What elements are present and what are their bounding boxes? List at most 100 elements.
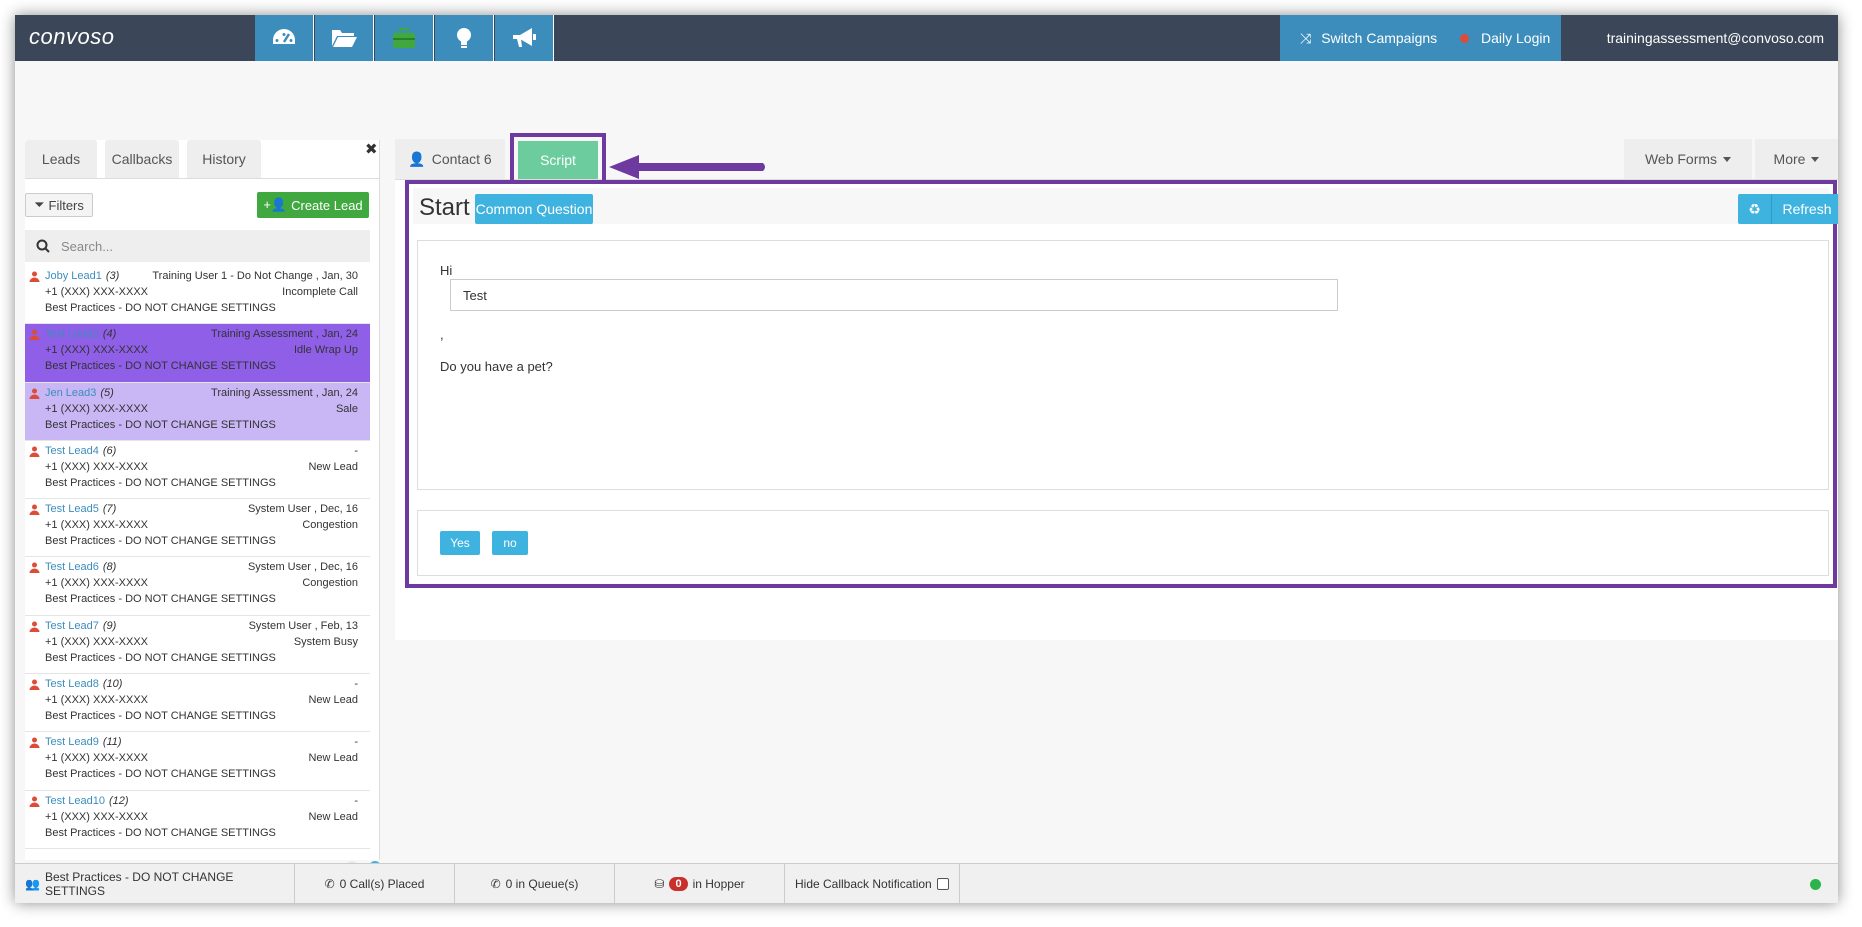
person-icon — [29, 621, 40, 632]
lead-status: New Lead — [308, 460, 358, 473]
lead-campaign: Best Practices - DO NOT CHANGE SETTINGS — [45, 710, 276, 723]
lead-phone: +1 (XXX) XXX-XXXX — [45, 577, 149, 590]
lead-row[interactable]: Test Lead8 (10) - +1 (XXX) XXX-XXXX New L… — [25, 674, 370, 733]
lead-row-highlighted[interactable]: Jen Lead3 (5) Training Assessment , Jan, … — [25, 382, 370, 441]
answer-yes-button[interactable]: Yes — [440, 531, 480, 555]
search-input[interactable] — [61, 238, 351, 254]
script-question: Do you have a pet? — [440, 359, 553, 374]
hide-callback-notification[interactable]: Hide Callback Notification — [785, 864, 960, 903]
lead-campaign: Best Practices - DO NOT CHANGE SETTINGS — [45, 826, 276, 839]
lead-status: New Lead — [308, 752, 358, 765]
dashboard-button[interactable] — [255, 15, 314, 61]
tab-divider — [25, 178, 380, 179]
lead-name[interactable]: Jen Lead3 (5) — [45, 387, 114, 399]
lead-row[interactable]: Test Lead5 (7) System User , Dec, 16 +1 (… — [25, 499, 370, 558]
footer-campaign: 👥 Best Practices - DO NOT CHANGE SETTING… — [15, 864, 295, 903]
person-icon — [29, 446, 40, 457]
more-dropdown[interactable]: More — [1755, 139, 1838, 179]
lead-meta: Training Assessment , Jan, 24 — [211, 386, 358, 399]
lead-phone: +1 (XXX) XXX-XXXX — [45, 344, 149, 357]
common-question-button[interactable]: Common Question — [475, 194, 593, 224]
caret-down-icon — [1723, 156, 1732, 162]
announcements-button[interactable] — [495, 15, 554, 61]
tab-leads[interactable]: Leads — [25, 140, 97, 178]
tab-callbacks[interactable]: Callbacks — [105, 140, 179, 178]
lead-name[interactable]: Test Lead8 (10) — [45, 678, 122, 690]
lead-status: Congestion — [302, 519, 358, 532]
lightbulb-button[interactable] — [435, 15, 494, 61]
lead-status: Idle Wrap Up — [294, 344, 358, 357]
lead-name[interactable]: Test Lead2 (4) — [45, 328, 116, 340]
lead-meta: System User , Feb, 13 — [248, 619, 358, 632]
database-icon: ⛁ — [654, 877, 665, 891]
name-field[interactable]: Test — [450, 279, 1338, 311]
filter-icon: ⏷ — [34, 197, 45, 212]
close-icon[interactable]: ✖ — [365, 140, 378, 158]
lead-name[interactable]: Joby Lead1 (3) — [45, 270, 119, 282]
footer-calls-placed: ✆ 0 Call(s) Placed — [295, 864, 455, 903]
briefcase-icon — [393, 28, 415, 48]
folder-button[interactable] — [315, 15, 374, 61]
top-navbar: convoso ⤨ Switch Campaigns Daily Login t… — [15, 15, 1838, 61]
daily-login-button[interactable]: Daily Login — [1444, 15, 1561, 61]
lead-status: New Lead — [308, 694, 358, 707]
person-icon — [29, 504, 40, 516]
lead-name[interactable]: Test Lead6 (8) — [45, 561, 116, 573]
lead-name[interactable]: Test Lead7 (9) — [45, 620, 116, 632]
lead-row[interactable]: Test Lead6 (8) System User , Dec, 16 +1 (… — [25, 557, 370, 616]
speedometer-icon — [273, 29, 295, 44]
script-panel: Start Common Question ♻ Refresh Hi Test … — [405, 180, 1838, 588]
tab-contact[interactable]: 👤 Contact 6 — [395, 139, 505, 179]
lead-row[interactable]: Test Lead10 (12) - +1 (XXX) XXX-XXXX New … — [25, 791, 370, 849]
script-tab-highlight: Script — [510, 133, 606, 187]
switch-campaigns-button[interactable]: ⤨ Switch Campaigns — [1280, 15, 1444, 61]
users-icon: 👥 — [25, 877, 40, 891]
briefcase-button[interactable] — [375, 15, 434, 61]
hide-callback-checkbox[interactable] — [936, 878, 949, 890]
filters-button[interactable]: ⏷ Filters — [25, 193, 93, 217]
person-icon — [29, 271, 40, 282]
tab-history[interactable]: History — [187, 140, 261, 178]
app-window: convoso ⤨ Switch Campaigns Daily Login t… — [15, 15, 1838, 903]
lead-name[interactable]: Test Lead9 (11) — [45, 736, 122, 748]
connection-status-dot — [1810, 879, 1821, 890]
refresh-button[interactable]: ♻ Refresh — [1738, 194, 1838, 224]
lightbulb-icon — [457, 28, 471, 48]
lead-row-selected[interactable]: Test Lead2 (4) Training Assessment , Jan,… — [25, 324, 370, 383]
status-dot-icon — [1460, 33, 1469, 43]
lead-phone: +1 (XXX) XXX-XXXX — [45, 694, 149, 707]
lead-name[interactable]: Test Lead10 (12) — [45, 795, 129, 807]
lead-phone: +1 (XXX) XXX-XXXX — [45, 286, 149, 298]
lead-meta: System User , Dec, 16 — [247, 561, 358, 574]
lead-row[interactable]: Joby Lead1 (3) Training User 1 - Do Not C… — [25, 266, 370, 325]
lead-campaign: Best Practices - DO NOT CHANGE SETTINGS — [45, 418, 276, 431]
phone-icon: ✆ — [490, 877, 501, 891]
lead-row[interactable]: Test Lead4 (6) - +1 (XXX) XXX-XXXX New Le… — [25, 441, 370, 500]
lead-meta: - — [354, 794, 358, 807]
lead-phone: +1 (XXX) XXX-XXXX — [45, 460, 149, 473]
web-forms-dropdown[interactable]: Web Forms — [1624, 139, 1752, 179]
lead-row[interactable]: Test Lead7 (9) System User , Feb, 13 +1 (… — [25, 616, 370, 675]
lead-campaign: Best Practices - DO NOT CHANGE SETTINGS — [45, 476, 276, 489]
lead-name[interactable]: Test Lead5 (7) — [45, 503, 116, 515]
answer-no-button[interactable]: no — [492, 531, 528, 555]
create-lead-button[interactable]: +👤 Create Lead — [257, 192, 369, 218]
lead-status: New Lead — [308, 810, 358, 823]
phone-icon: ✆ — [324, 877, 335, 891]
script-header: Start Common Question ♻ Refresh — [413, 188, 1838, 224]
lead-row[interactable]: Test Lead9 (11) - +1 (XXX) XXX-XXXX New L… — [25, 732, 370, 791]
person-icon — [29, 796, 40, 807]
tab-script[interactable]: Script — [518, 141, 598, 179]
lead-meta: - — [354, 444, 358, 457]
lead-name[interactable]: Test Lead4 (6) — [45, 445, 116, 457]
caret-down-icon — [1811, 156, 1820, 162]
person-icon — [29, 679, 40, 691]
person-icon — [29, 737, 40, 749]
script-body: Hi Test , Do you have a pet? — [417, 240, 1829, 490]
left-panel: Leads Callbacks History ✖ ⏷ Filters +👤 C… — [25, 140, 381, 873]
lead-meta: - — [354, 736, 358, 749]
lead-meta: Training User 1 - Do Not Change , Jan, 3… — [152, 270, 358, 282]
lead-status: Congestion — [302, 577, 358, 590]
user-menu[interactable]: trainingassessment@convoso.com — [1561, 15, 1838, 61]
lead-phone: +1 (XXX) XXX-XXXX — [45, 810, 149, 823]
